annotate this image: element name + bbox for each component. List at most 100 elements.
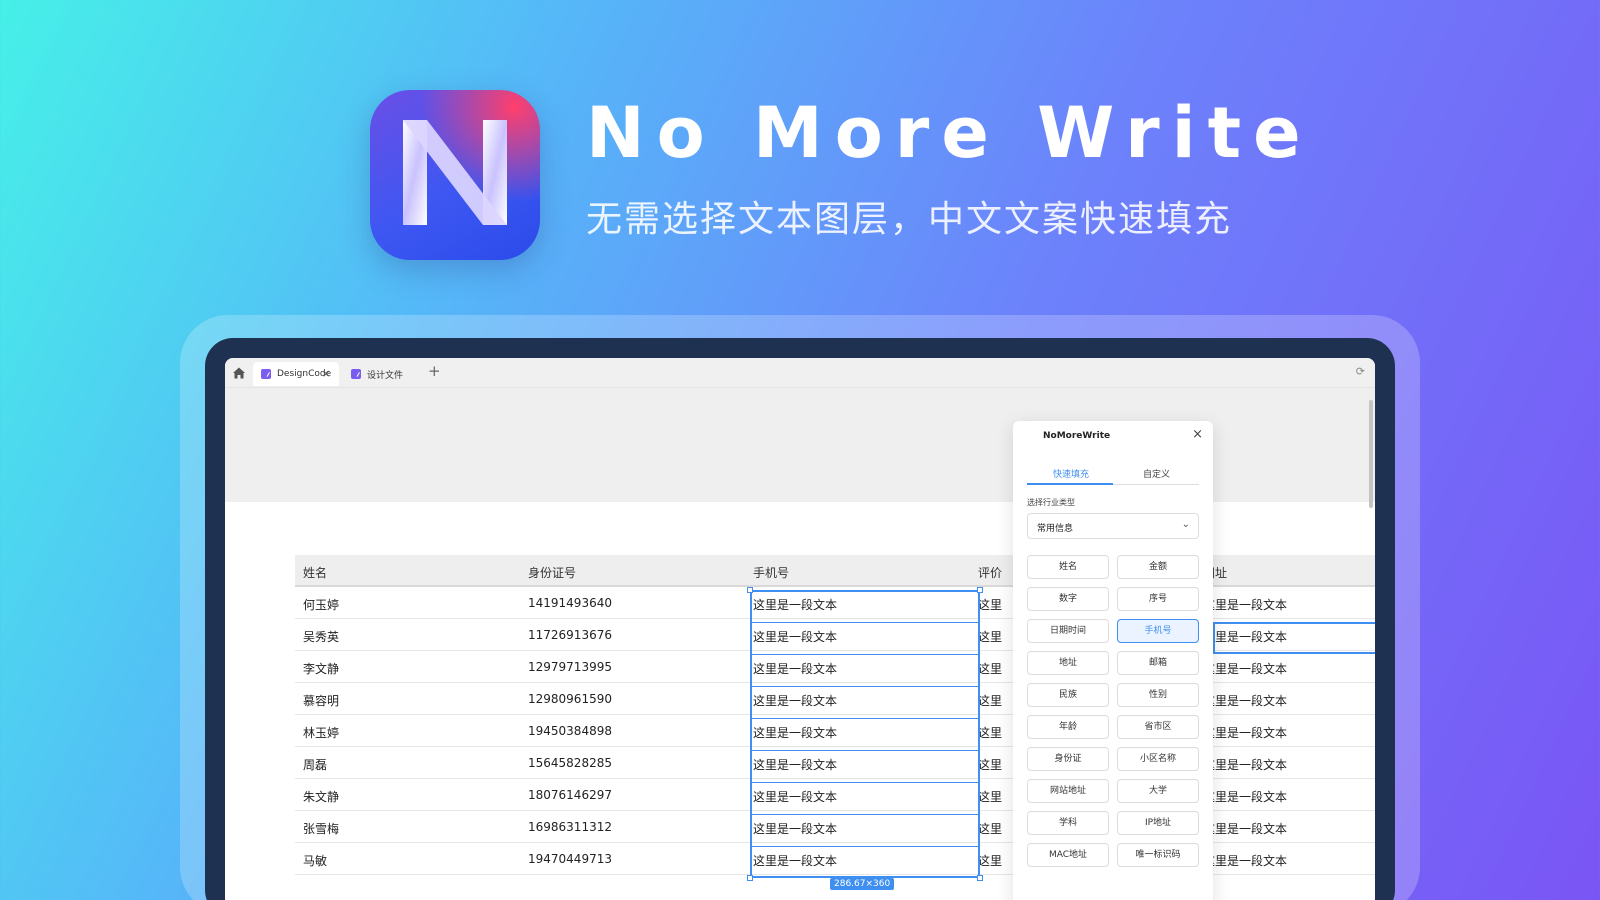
header-name: 姓名 [303,566,328,580]
selection-row-line [752,814,978,815]
cell-url: 这里是一段文本 [1203,662,1288,676]
cell-id: 18076146297 [528,788,612,802]
selection-row-line [752,846,978,847]
industry-value: 常用信息 [1037,524,1074,534]
fill-button[interactable]: 姓名 [1027,555,1109,579]
fill-button[interactable]: 民族 [1027,683,1109,707]
cell-name: 何玉婷 [303,598,340,612]
app-logo [370,90,540,260]
tab-designcode[interactable]: DesignCode × [253,362,339,386]
header-phone: 手机号 [753,566,790,580]
close-icon[interactable]: × [1192,427,1203,442]
selection-row-line [752,750,978,751]
fill-button[interactable]: 省市区 [1117,715,1199,739]
fill-button[interactable]: 手机号 [1117,619,1199,643]
cell-id: 14191493640 [528,596,612,610]
selection-row-line [752,718,978,719]
header-id: 身份证号 [528,566,577,580]
cell-url: 这里是一段文本 [1203,598,1288,612]
chevron-down-icon: ⌄ [1181,519,1190,530]
header-review: 评价 [978,566,1003,580]
fill-button[interactable]: MAC地址 [1027,843,1109,867]
cell-review: 这里 [978,790,1003,804]
cell-id: 19450384898 [528,724,612,738]
browser-tabbar: DesignCode × 设计文件 + ⟳ [225,358,1375,388]
selection-size-badge: 286.67×360 [830,878,895,890]
cell-review: 这里 [978,758,1003,772]
industry-select[interactable]: 常用信息 ⌄ [1027,513,1199,539]
cell-name: 张雪梅 [303,822,340,836]
active-tab-underline [1027,483,1113,485]
cell-id: 16986311312 [528,820,612,834]
document-icon [261,369,271,379]
cell-review: 这里 [978,630,1003,644]
fill-button[interactable]: 金额 [1117,555,1199,579]
panel-tabs: 快速填充 自定义 [1027,459,1199,485]
selection-row-line [752,686,978,687]
cell-url: 这里是一段文本 [1203,758,1288,772]
fill-button[interactable]: 网站地址 [1027,779,1109,803]
cell-review: 这里 [978,598,1003,612]
cell-id: 11726913676 [528,628,612,642]
tab-quick-fill[interactable]: 快速填充 [1053,467,1089,480]
cell-id: 19470449713 [528,852,612,866]
fill-button[interactable]: 数字 [1027,587,1109,611]
selection-handle[interactable] [977,875,983,881]
tab-label: 设计文件 [367,370,404,381]
tab-design-file[interactable]: 设计文件 [343,362,419,386]
cell-name: 马敏 [303,854,328,868]
fill-button[interactable]: 年龄 [1027,715,1109,739]
cell-id: 15645828285 [528,756,612,770]
fill-button[interactable]: 序号 [1117,587,1199,611]
n-logo-icon [403,120,507,225]
app-screen: DesignCode × 设计文件 + ⟳ 姓名 身份证号 手机号 评价 网址 … [225,358,1375,900]
document-icon [351,369,361,379]
cell-name: 周磊 [303,758,328,772]
fill-button[interactable]: 学科 [1027,811,1109,835]
fill-button[interactable]: 性别 [1117,683,1199,707]
selected-phone-column[interactable] [750,590,980,878]
cell-review: 这里 [978,694,1003,708]
tab-custom[interactable]: 自定义 [1143,467,1170,480]
panel-title: NoMoreWrite [1043,431,1111,441]
fill-button[interactable]: 身份证 [1027,747,1109,771]
cell-review: 这里 [978,726,1003,740]
new-tab-icon[interactable]: + [428,362,441,380]
cell-name: 朱文静 [303,790,340,804]
fill-button[interactable]: 日期时间 [1027,619,1109,643]
cell-id: 12980961590 [528,692,612,706]
table-header: 姓名 身份证号 手机号 评价 网址 [295,555,1375,587]
selection-row-line [752,782,978,783]
cell-url: 这里是一段文本 [1203,790,1288,804]
fill-button[interactable]: IP地址 [1117,811,1199,835]
selection-row-line [752,654,978,655]
selected-url-cell[interactable] [1213,622,1375,654]
cell-url: 这里是一段文本 [1203,694,1288,708]
home-icon[interactable] [232,366,246,380]
selection-handle[interactable] [747,875,753,881]
fill-button[interactable]: 唯一标识码 [1117,843,1199,867]
cell-review: 这里 [978,822,1003,836]
nomorewrite-panel: NoMoreWrite × 快速填充 自定义 选择行业类型 常用信息 ⌄ 姓名金… [1013,421,1213,900]
fill-button[interactable]: 大学 [1117,779,1199,803]
selection-handle[interactable] [977,587,983,593]
selection-row-line [752,622,978,623]
fill-button[interactable]: 邮箱 [1117,651,1199,675]
industry-label: 选择行业类型 [1027,498,1075,507]
cell-url: 这里是一段文本 [1203,854,1288,868]
fill-button[interactable]: 地址 [1027,651,1109,675]
cell-url: 这里是一段文本 [1203,726,1288,740]
close-tab-icon[interactable]: × [322,367,331,380]
cell-name: 慕容明 [303,694,340,708]
cell-id: 12979713995 [528,660,612,674]
refresh-icon[interactable]: ⟳ [1356,365,1365,378]
cell-url: 这里是一段文本 [1203,822,1288,836]
vertical-scrollbar[interactable] [1369,400,1373,508]
cell-review: 这里 [978,854,1003,868]
cell-review: 这里 [978,662,1003,676]
cell-name: 李文静 [303,662,340,676]
fill-button[interactable]: 小区名称 [1117,747,1199,771]
selection-handle[interactable] [747,587,753,593]
cell-name: 林玉婷 [303,726,340,740]
cell-name: 吴秀英 [303,630,340,644]
